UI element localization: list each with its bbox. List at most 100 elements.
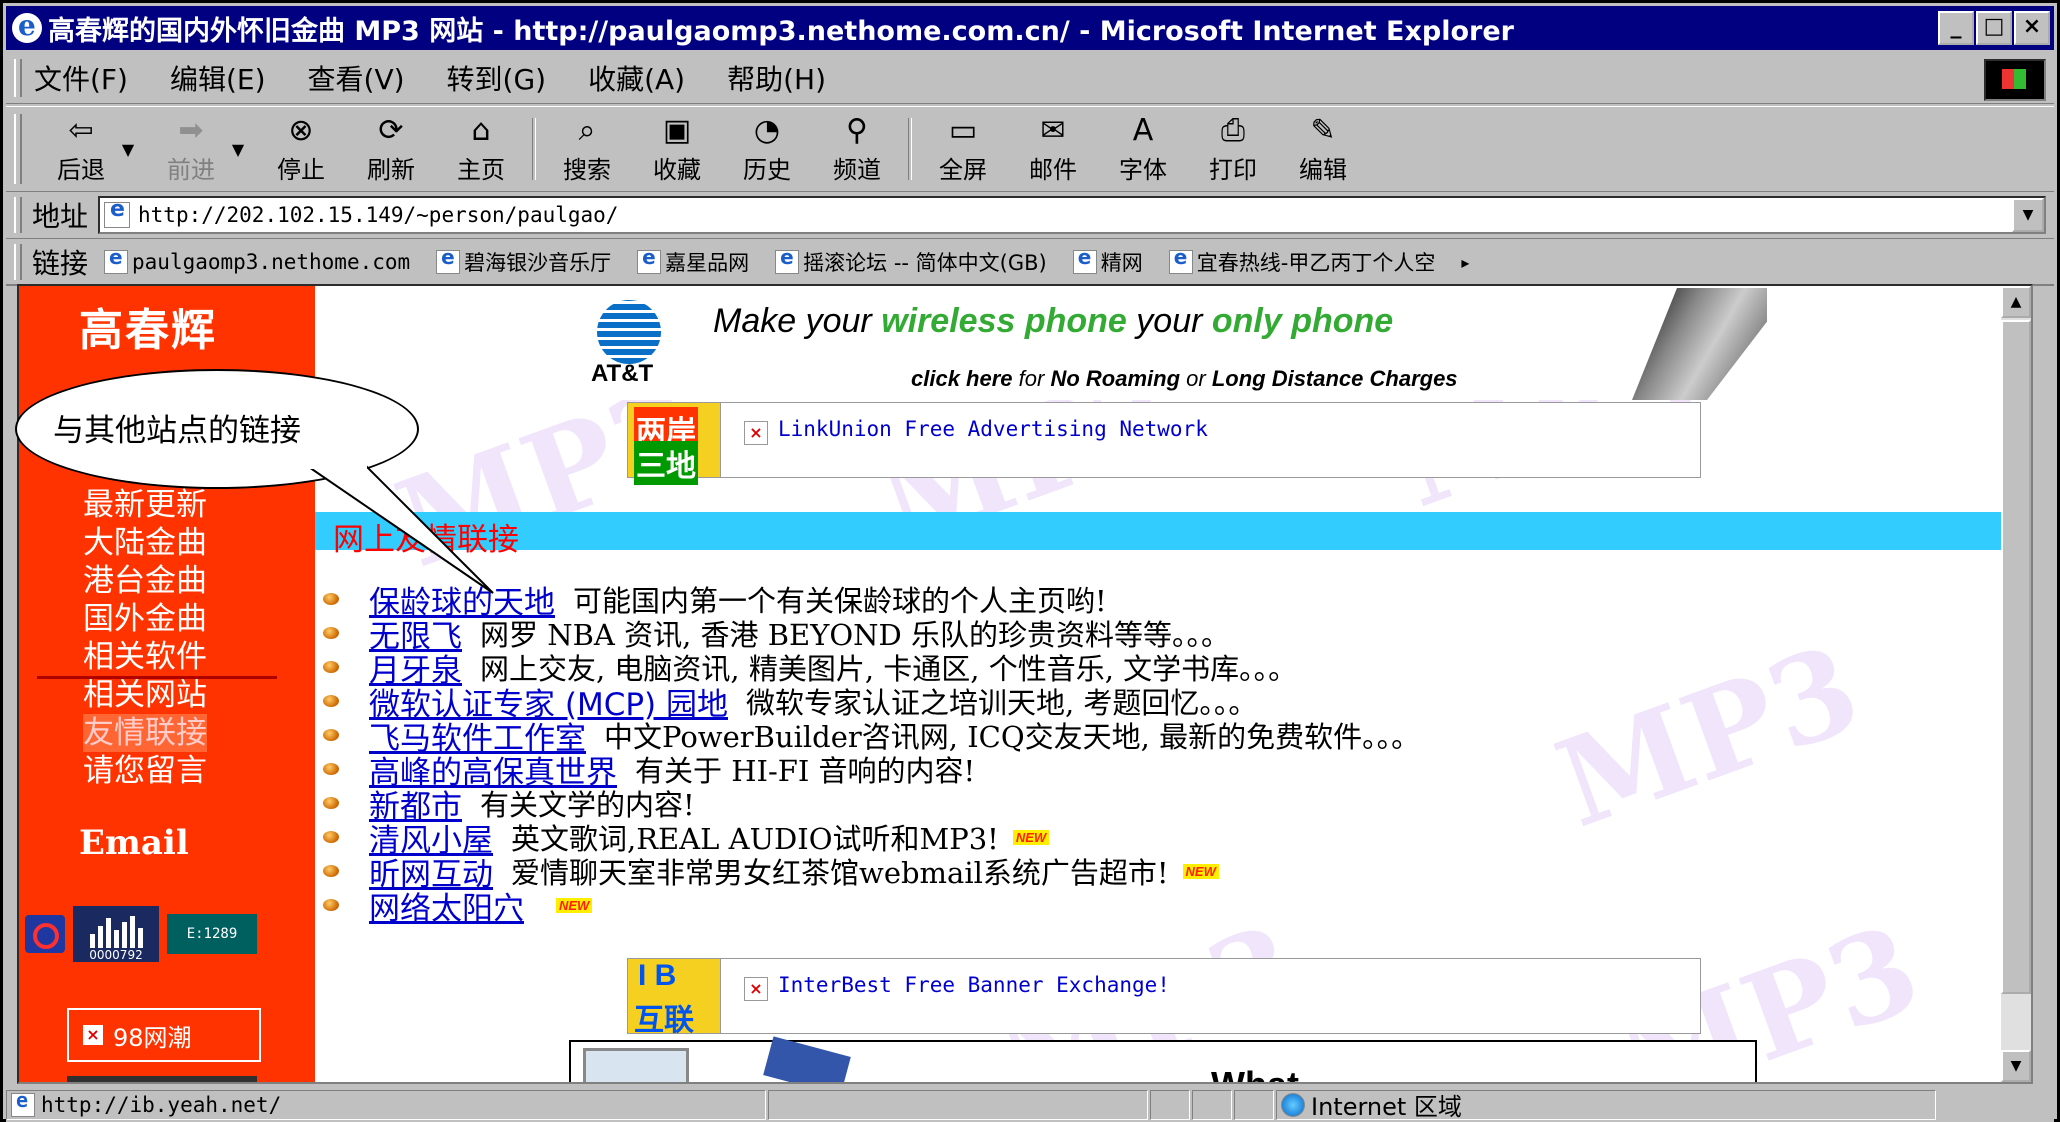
forward-dropdown-icon[interactable]: ▼ bbox=[226, 140, 250, 159]
edit-button[interactable]: ✎ 编辑 bbox=[1278, 111, 1368, 187]
menubar-grip[interactable] bbox=[14, 59, 22, 97]
new-badge: NEW bbox=[556, 897, 593, 913]
address-url[interactable]: http://202.102.15.149/~person/paulgao/ bbox=[138, 203, 618, 227]
interbest-ad[interactable]: I B 互联 × InterBest Free Banner Exchange! bbox=[627, 958, 1701, 1038]
stop-button[interactable]: ⊗ 停止 bbox=[256, 111, 346, 187]
sidebar-bottom-banner[interactable] bbox=[67, 1076, 257, 1082]
links-item[interactable]: paulgaomp3.nethome.com bbox=[104, 245, 410, 274]
scroll-up-icon[interactable]: ▲ bbox=[2001, 286, 2031, 318]
callout-text: 与其他站点的链接 bbox=[53, 413, 301, 449]
scroll-down-icon[interactable]: ▼ bbox=[2001, 1050, 2031, 1082]
bullet-icon bbox=[323, 661, 339, 673]
att-ad-banner[interactable]: AT&T Make your wireless phone your only … bbox=[585, 288, 1767, 400]
links-item[interactable]: 嘉星品网 bbox=[637, 245, 749, 277]
mail-icon: ✉ bbox=[1040, 112, 1066, 148]
minimize-button[interactable]: _ bbox=[1938, 11, 1974, 45]
back-button[interactable]: ⇦ 后退 bbox=[36, 111, 126, 187]
sidebar-item-sites[interactable]: 相关网站 bbox=[83, 676, 207, 714]
title-bar[interactable]: 高春辉的国内外怀旧金曲 MP3 网站 - http://paulgaomp3.n… bbox=[6, 6, 2054, 50]
hit-counter[interactable]: 0000792 bbox=[73, 906, 159, 962]
linksbar-grip[interactable] bbox=[14, 244, 22, 280]
monitor-image bbox=[583, 1048, 689, 1082]
page-icon bbox=[775, 245, 800, 274]
refresh-label: 刷新 bbox=[367, 156, 415, 184]
search-icon: ⌕ bbox=[578, 112, 596, 148]
home-button[interactable]: ⌂ 主页 bbox=[436, 111, 526, 187]
vertical-scrollbar[interactable]: ▲ ▼ bbox=[2001, 286, 2031, 1082]
links-item[interactable]: 精网 bbox=[1072, 245, 1143, 277]
att-headline-part: wireless phone bbox=[881, 302, 1127, 340]
addressbar-grip[interactable] bbox=[14, 197, 22, 233]
channels-button[interactable]: ⚲ 频道 bbox=[812, 111, 902, 187]
status-progress bbox=[768, 1089, 1148, 1120]
bottom-ad-banner[interactable]: What bbox=[569, 1036, 1757, 1082]
bullet-icon bbox=[323, 797, 339, 809]
stop-label: 停止 bbox=[277, 156, 325, 184]
address-dropdown-icon[interactable]: ▼ bbox=[2012, 198, 2044, 232]
att-headline-part: Make your bbox=[713, 302, 872, 340]
sidebar-item-software[interactable]: 相关软件 bbox=[83, 638, 207, 676]
att-sub-part: Long Distance Charges bbox=[1211, 366, 1458, 391]
favorites-button[interactable]: ▣ 收藏 bbox=[632, 111, 722, 187]
sidebar-item-hktw[interactable]: 港台金曲 bbox=[83, 562, 207, 600]
address-input[interactable]: http://202.102.15.149/~person/paulgao/ ▼ bbox=[98, 196, 2046, 234]
favorites-label: 收藏 bbox=[653, 156, 701, 184]
internet-globe-icon bbox=[1281, 1092, 1305, 1117]
forward-button[interactable]: ➡ 前进 bbox=[146, 111, 236, 187]
counter-bars-icon bbox=[89, 914, 143, 948]
browser-window: 高春辉的国内外怀旧金曲 MP3 网站 - http://paulgaomp3.n… bbox=[0, 0, 2060, 1122]
links-item[interactable]: 宜春热线-甲乙丙丁个人空 bbox=[1168, 245, 1435, 277]
bullet-icon bbox=[323, 899, 339, 911]
refresh-button[interactable]: ⟳ 刷新 bbox=[346, 111, 436, 187]
cellphone-image bbox=[1632, 288, 1767, 400]
links-more-icon[interactable]: ▸ bbox=[1461, 253, 1469, 272]
counter-logo-icon[interactable] bbox=[25, 915, 65, 953]
links-item[interactable]: 碧海银沙音乐厅 bbox=[436, 245, 612, 277]
fullscreen-icon: ▭ bbox=[948, 112, 978, 148]
search-button[interactable]: ⌕ 搜索 bbox=[542, 111, 632, 187]
sidebar-item-friends[interactable]: 友情联接 bbox=[83, 714, 207, 752]
menu-edit[interactable]: 编辑(E) bbox=[170, 58, 266, 98]
links-item-label: 碧海银沙音乐厅 bbox=[464, 251, 612, 275]
sidebar-item-foreign[interactable]: 国外金曲 bbox=[83, 600, 207, 638]
print-label: 打印 bbox=[1209, 156, 1257, 184]
links-item[interactable]: 摇滚论坛 -- 简体中文(GB) bbox=[775, 245, 1047, 277]
font-button[interactable]: A 字体 bbox=[1098, 111, 1188, 187]
linkunion-ad-text[interactable]: LinkUnion Free Advertising Network bbox=[778, 417, 1208, 441]
menu-view[interactable]: 查看(V) bbox=[308, 58, 405, 98]
interbest-logo: I B 互联 bbox=[628, 959, 721, 1038]
page-icon bbox=[1168, 245, 1193, 274]
interbest-ad-text[interactable]: InterBest Free Banner Exchange! bbox=[778, 973, 1170, 997]
links-bar: 链接 paulgaomp3.nethome.com 碧海银沙音乐厅 嘉星品网 摇… bbox=[6, 240, 2054, 286]
back-dropdown-icon[interactable]: ▼ bbox=[116, 140, 140, 159]
linkunion-ad[interactable]: 两岸 三地 × LinkUnion Free Advertising Netwo… bbox=[627, 402, 1701, 485]
menu-favorites[interactable]: 收藏(A) bbox=[588, 58, 685, 98]
menu-go[interactable]: 转到(G) bbox=[447, 58, 547, 98]
history-button[interactable]: ◔ 历史 bbox=[722, 111, 812, 187]
close-button[interactable]: × bbox=[2014, 11, 2050, 45]
stats-counter[interactable]: E:1289 bbox=[167, 914, 257, 954]
friend-link[interactable]: 网络太阳穴 bbox=[369, 883, 524, 928]
toolbar-grip[interactable] bbox=[14, 114, 22, 184]
print-button[interactable]: ⎙ 打印 bbox=[1188, 111, 1278, 187]
toolbar-separator bbox=[908, 118, 912, 180]
att-sub-part: or bbox=[1186, 366, 1206, 391]
menu-help[interactable]: 帮助(H) bbox=[727, 58, 826, 98]
menu-file[interactable]: 文件(F) bbox=[34, 58, 128, 98]
sidebar-banner-text: 98网潮 bbox=[113, 1023, 192, 1052]
maximize-button[interactable]: □ bbox=[1976, 11, 2012, 45]
scroll-thumb[interactable] bbox=[2001, 320, 2031, 994]
interbest-logo-text: 互联 bbox=[634, 1003, 694, 1038]
sidebar-item-latest[interactable]: 最新更新 bbox=[83, 486, 207, 524]
links-item-label: 精网 bbox=[1100, 251, 1143, 275]
counter-badges: 0000792 E:1289 bbox=[25, 906, 257, 962]
mail-button[interactable]: ✉ 邮件 bbox=[1008, 111, 1098, 187]
sidebar-item-guestbook[interactable]: 请您留言 bbox=[83, 752, 207, 790]
address-label: 地址 bbox=[32, 200, 89, 233]
printer-icon: ⎙ bbox=[1221, 112, 1245, 148]
sidebar-item-mainland[interactable]: 大陆金曲 bbox=[83, 524, 207, 562]
sidebar-banner[interactable]: × 98网潮 bbox=[67, 1008, 261, 1062]
fullscreen-button[interactable]: ▭ 全屏 bbox=[918, 111, 1008, 187]
page-icon bbox=[436, 245, 461, 274]
email-link[interactable]: Email bbox=[79, 823, 189, 863]
